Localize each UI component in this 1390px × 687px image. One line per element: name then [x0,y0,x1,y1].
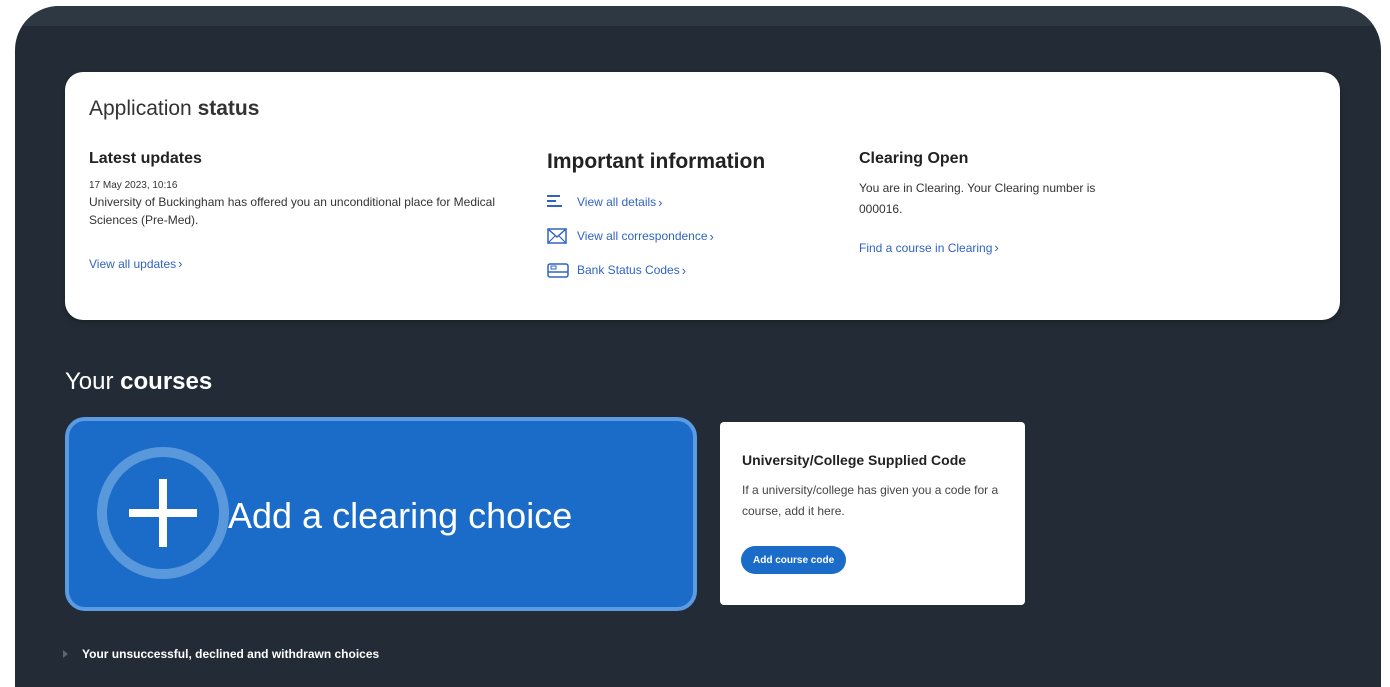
application-status-title: Application status [89,97,260,120]
app-frame: Application status Latest updates 17 May… [15,6,1381,687]
envelope-icon [547,228,567,244]
card-icon [547,262,569,278]
add-clearing-choice-label: Add a clearing choice [228,495,573,536]
chevron-right-icon: › [994,240,999,255]
bank-status-codes-link[interactable]: Bank Status Codes › [547,262,686,278]
chevron-right-icon: › [681,262,687,278]
application-status-card: Application status Latest updates 17 May… [65,72,1340,320]
view-all-updates-link[interactable]: View all updates › [89,256,183,271]
important-information-title: Important information [547,150,766,173]
plus-icon [97,447,229,579]
add-clearing-choice-button[interactable]: Add a clearing choice [65,417,697,611]
chevron-right-icon: › [709,228,714,244]
your-courses-title: Your courses [65,368,213,395]
view-all-details-link[interactable]: View all details › [547,194,663,210]
update-date: 17 May 2023, 10:16 [89,180,178,191]
update-text: University of Buckingham has offered you… [89,195,496,227]
clearing-number-text: You are in Clearing. Your Clearing numbe… [859,181,1096,216]
supplied-code-title: University/College Supplied Code [742,452,967,468]
unsuccessful-choices-toggle[interactable]: Your unsuccessful, declined and withdraw… [63,647,379,661]
clearing-open-title: Clearing Open [859,150,969,167]
find-course-in-clearing-link[interactable]: Find a course in Clearing › [859,240,999,255]
supplied-code-description: If a university/college has given you a … [742,483,999,518]
view-all-correspondence-link[interactable]: View all correspondence › [547,228,714,244]
top-strip [15,6,1381,26]
chevron-right-icon: › [178,256,183,271]
latest-updates-title: Latest updates [89,150,202,167]
add-course-code-button[interactable]: Add course code [741,546,847,574]
chevron-right-icon: › [658,194,663,210]
supplied-code-card: University/College Supplied Code If a un… [720,422,1025,605]
list-icon [547,194,567,210]
caret-right-icon [63,650,68,658]
